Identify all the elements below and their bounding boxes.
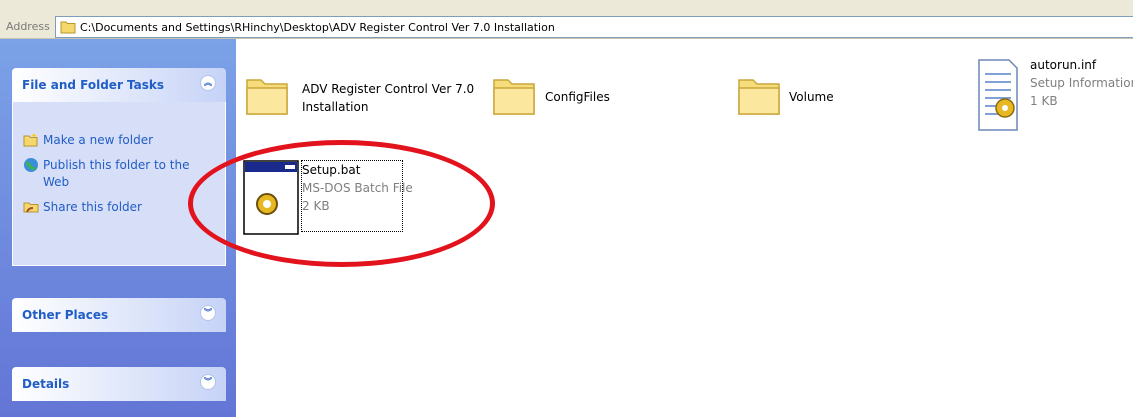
new-folder-icon [23, 132, 39, 153]
address-input[interactable]: C:\Documents and Settings\RHinchy\Deskto… [55, 16, 1133, 38]
file-item-setup-bat[interactable]: Setup.bat MS-DOS Batch File 2 KB [243, 160, 413, 235]
file-type: MS-DOS Batch File [302, 181, 413, 195]
file-name: ADV Register Control Ver 7.0 [302, 82, 475, 96]
publish-web-icon [23, 157, 39, 178]
file-name: Volume [789, 90, 834, 104]
address-label: Address [6, 20, 50, 33]
file-folder-tasks-title: File and Folder Tasks [22, 78, 165, 92]
folder-icon [490, 70, 538, 121]
folder-icon [243, 70, 291, 121]
details-title: Details [22, 377, 70, 391]
file-type: Setup Information [1030, 76, 1133, 90]
address-bar: Address C:\Documents and Settings\RHinch… [0, 0, 1133, 39]
file-item-autorun[interactable]: autorun.inf Setup Information 1 KB [975, 56, 1133, 136]
folder-icon [60, 20, 76, 37]
task-label: Share this folder [43, 200, 142, 214]
batch-file-icon [243, 160, 299, 238]
share-folder-icon [23, 199, 39, 220]
chevron-down-icon[interactable]: ︾ [200, 374, 216, 390]
file-name: autorun.inf [1030, 58, 1097, 72]
file-size: 2 KB [302, 199, 330, 213]
file-folder-tasks-body: Make a new folder Publish this folder to… [12, 102, 226, 266]
details-header[interactable]: Details ︾ [12, 367, 226, 401]
task-label: Publish this folder to the Web [43, 158, 190, 189]
file-item-adv-folder[interactable]: ADV Register Control Ver 7.0 Installatio… [243, 56, 475, 136]
other-places-title: Other Places [22, 308, 109, 322]
file-item-configfiles[interactable]: ConfigFiles [490, 56, 690, 136]
other-places-header[interactable]: Other Places ︾ [12, 298, 226, 332]
file-name-line2: Installation [302, 100, 369, 114]
task-label: Make a new folder [43, 133, 154, 147]
folder-icon [735, 70, 783, 121]
file-item-volume[interactable]: Volume [735, 56, 935, 136]
file-folder-tasks-header[interactable]: File and Folder Tasks ︽ [12, 68, 226, 102]
setup-info-icon [975, 56, 1023, 139]
address-path: C:\Documents and Settings\RHinchy\Deskto… [80, 21, 555, 34]
task-pane: File and Folder Tasks ︽ Make a new folde… [0, 39, 236, 417]
file-size: 1 KB [1030, 94, 1058, 108]
chevron-up-icon[interactable]: ︽ [200, 75, 216, 91]
chevron-down-icon[interactable]: ︾ [200, 305, 216, 321]
file-name: Setup.bat [302, 163, 361, 177]
file-name: ConfigFiles [545, 90, 610, 104]
